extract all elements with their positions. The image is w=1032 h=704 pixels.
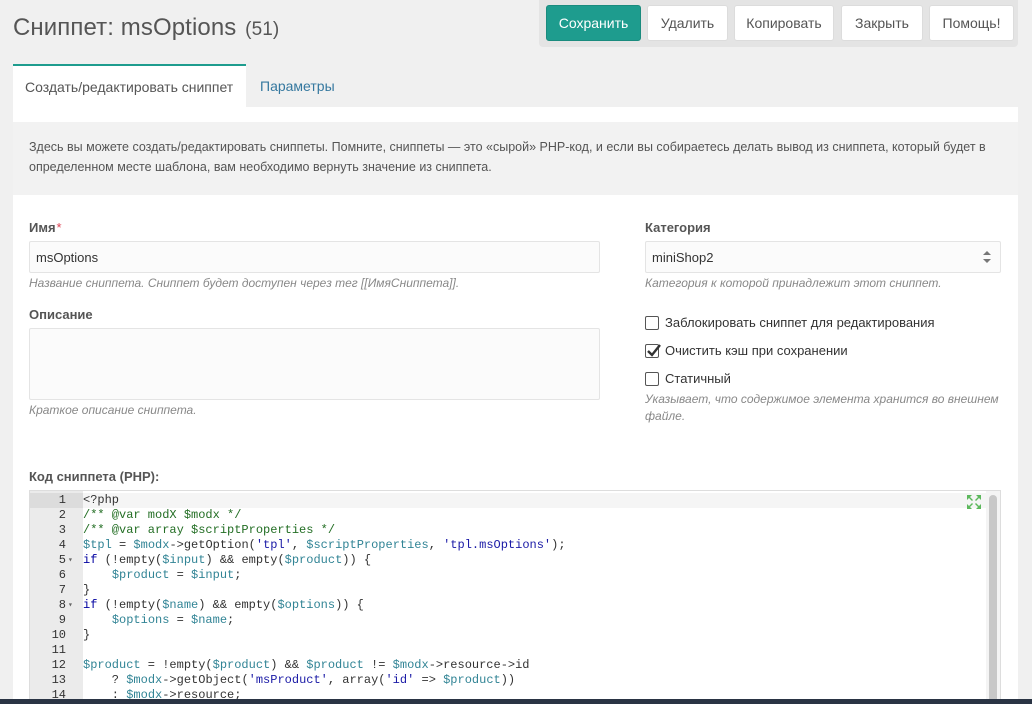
clear-cache-checkbox[interactable]: Очистить кэш при сохранении bbox=[645, 343, 848, 358]
code-line[interactable]: 9 $options = $name; bbox=[30, 613, 1000, 628]
lock-checkbox-box[interactable] bbox=[645, 315, 659, 330]
code-line[interactable]: 10} bbox=[30, 628, 1000, 643]
checkmark-icon bbox=[647, 343, 661, 357]
name-label: Имя* bbox=[29, 220, 62, 235]
name-label-text: Имя bbox=[29, 220, 56, 235]
category-hint: Категория к которой принадлежит этот сни… bbox=[645, 276, 942, 290]
select-arrows-icon bbox=[983, 251, 991, 263]
code-text: if (!empty($name) && empty($options)) { bbox=[83, 598, 364, 612]
delete-button[interactable]: Удалить bbox=[647, 5, 728, 41]
code-line[interactable]: 8 ▾ if (!empty($name) && empty($options)) … bbox=[30, 598, 1000, 613]
help-button[interactable]: Помощь! bbox=[929, 5, 1014, 41]
action-toolbar: Сохранить Удалить Копировать Закрыть Пом… bbox=[539, 0, 1018, 47]
category-select[interactable]: miniShop2 bbox=[645, 241, 1001, 273]
clear-cache-checkbox-box[interactable] bbox=[645, 343, 661, 358]
fold-arrow-icon[interactable]: ▾ bbox=[68, 598, 73, 613]
line-number: 3 bbox=[58, 523, 66, 537]
description-hint: Краткое описание сниппета. bbox=[29, 403, 197, 417]
description-textarea[interactable] bbox=[29, 328, 600, 400]
line-number: 1 bbox=[30, 493, 66, 508]
required-marker: * bbox=[56, 220, 62, 235]
code-text: /** @var modX $modx */ bbox=[83, 508, 242, 522]
code-line[interactable]: 2 /** @var modX $modx */ bbox=[30, 508, 1000, 523]
line-number: 13 bbox=[51, 673, 66, 687]
code-line[interactable]: 4 $tpl = $modx->getOption('tpl', $scriptP… bbox=[30, 538, 1000, 553]
edit-panel: Здесь вы можете создать/редактировать сн… bbox=[13, 107, 1018, 704]
category-selected-value: miniShop2 bbox=[652, 249, 714, 265]
line-number: 9 bbox=[58, 613, 66, 627]
intro-text: Здесь вы можете создать/редактировать сн… bbox=[13, 122, 1018, 195]
close-button[interactable]: Закрыть bbox=[841, 5, 923, 41]
page-title-text: Сниппет: msOptions bbox=[13, 14, 237, 41]
element-id-count: (51) bbox=[245, 19, 280, 40]
code-text: if (!empty($input) && empty($product)) { bbox=[83, 553, 372, 567]
line-number: 2 bbox=[58, 508, 66, 522]
code-text: } bbox=[83, 583, 91, 597]
copy-button[interactable]: Копировать bbox=[734, 5, 834, 41]
editor-scrollbar-thumb[interactable] bbox=[989, 495, 997, 703]
line-number: 7 bbox=[58, 583, 66, 597]
save-button[interactable]: Сохранить bbox=[546, 5, 641, 41]
static-checkbox[interactable]: Статичный bbox=[645, 371, 731, 386]
code-line[interactable]: 7} bbox=[30, 583, 1000, 598]
name-hint: Название сниппета. Сниппет будет доступе… bbox=[29, 276, 460, 290]
code-line[interactable]: 6 $product = $input; bbox=[30, 568, 1000, 583]
code-text: $options = $name; bbox=[111, 613, 235, 627]
fold-arrow-icon[interactable]: ▾ bbox=[68, 553, 73, 568]
code-line[interactable]: 13 ? $modx->getObject('msProduct', array… bbox=[30, 673, 1000, 688]
code-line[interactable]: 5 ▾ if (!empty($input) && empty($product))… bbox=[30, 553, 1000, 568]
description-label: Описание bbox=[29, 307, 93, 322]
tab-edit-snippet[interactable]: Создать/редактировать сниппет bbox=[13, 64, 246, 108]
code-text: $product = $input; bbox=[111, 568, 242, 582]
code-text: ? $modx->getObject('msProduct', array('i… bbox=[83, 673, 516, 687]
fullscreen-expand-icon[interactable] bbox=[966, 494, 982, 510]
code-label: Код сниппета (PHP): bbox=[29, 469, 160, 484]
code-text: } bbox=[83, 628, 91, 642]
editor-scrollbar[interactable] bbox=[986, 491, 1000, 703]
clear-cache-checkbox-label: Очистить кэш при сохранении bbox=[665, 343, 848, 358]
code-text: /** @var array $scriptProperties */ bbox=[83, 523, 336, 537]
line-number: 4 bbox=[58, 538, 66, 552]
static-hint: Указывает, что содержимое элемента храни… bbox=[645, 392, 999, 423]
code-line[interactable]: 11 bbox=[30, 643, 1000, 658]
static-checkbox-box[interactable] bbox=[645, 371, 659, 386]
tab-properties[interactable]: Параметры bbox=[248, 64, 358, 107]
lock-checkbox[interactable]: Заблокировать сниппет для редактирования bbox=[645, 315, 935, 330]
code-text: $tpl = $modx->getOption('tpl', $scriptPr… bbox=[83, 538, 566, 552]
name-input[interactable]: msOptions bbox=[29, 241, 600, 273]
line-number: 5 bbox=[58, 553, 66, 567]
code-line[interactable]: 1 <?php bbox=[30, 493, 1000, 508]
line-number: 6 bbox=[58, 568, 66, 582]
category-label: Категория bbox=[645, 220, 711, 235]
lock-checkbox-label: Заблокировать сниппет для редактирования bbox=[665, 315, 935, 330]
static-checkbox-label: Статичный bbox=[665, 371, 731, 386]
line-number: 11 bbox=[51, 643, 66, 657]
line-number: 12 bbox=[51, 658, 66, 672]
line-number: 10 bbox=[51, 628, 66, 642]
code-text: $product = !empty($product) && $product … bbox=[83, 658, 530, 672]
line-number: 8 bbox=[58, 598, 66, 612]
code-line[interactable]: 3 /** @var array $scriptProperties */ bbox=[30, 523, 1000, 538]
page-title: Сниппет: msOptions (51) bbox=[13, 14, 279, 42]
code-line[interactable]: 12 $product = !empty($product) && $produc… bbox=[30, 658, 1000, 673]
os-taskbar bbox=[0, 699, 1032, 704]
code-text: <?php bbox=[83, 493, 120, 507]
code-editor[interactable]: 1 <?php 2 /** @var modX $modx */ 3 /** @var a… bbox=[29, 490, 1001, 704]
